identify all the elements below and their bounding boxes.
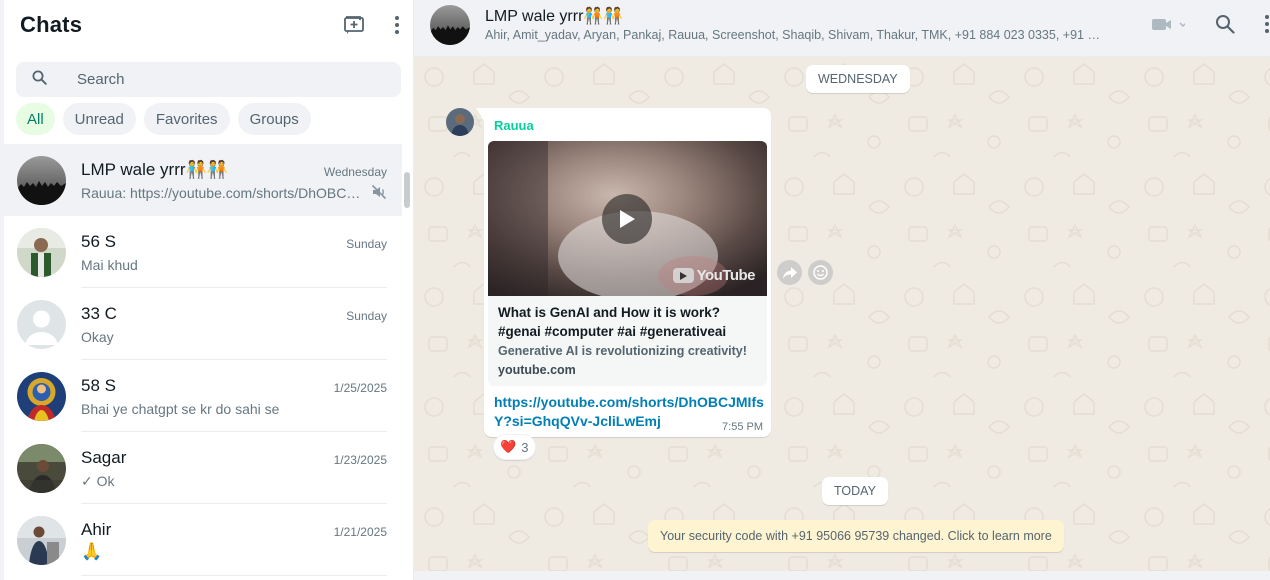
youtube-play-icon: [672, 268, 694, 283]
conversation-title: LMP wale yrrr🧑‍🤝‍🧑🧑‍🤝‍🧑: [485, 8, 624, 25]
chat-preview: Okay: [81, 329, 114, 345]
chat-body: Sagar 1/23/2025 ✓ Ok: [81, 432, 387, 504]
sender-avatar[interactable]: [446, 108, 474, 136]
chat-item-56-s[interactable]: 56 S Sunday Mai khud: [4, 216, 402, 288]
chat-preview: Mai khud: [81, 257, 138, 273]
filter-all[interactable]: All: [16, 103, 55, 135]
conversation-header[interactable]: LMP wale yrrr🧑‍🤝‍🧑🧑‍🤝‍🧑 Ahir, Amit_yadav…: [414, 0, 1270, 57]
date-separator-wednesday: WEDNESDAY: [806, 65, 910, 93]
chat-time: 1/23/2025: [333, 453, 387, 467]
group-members: Ahir, Amit_yadav, Aryan, Pankaj, Rauua, …: [485, 28, 1100, 42]
filter-groups[interactable]: Groups: [237, 103, 311, 135]
emoji-react-icon[interactable]: [808, 260, 833, 285]
chat-name: LMP wale yrrr🧑‍🤝‍🧑🧑‍🤝‍🧑: [81, 160, 228, 179]
chat-preview: Rauua: https://youtube.com/shorts/DhOBCJ…: [81, 185, 366, 201]
chat-name: 33 C: [81, 304, 117, 323]
chat-name: 56 S: [81, 232, 116, 251]
video-call-icon[interactable]: [1151, 16, 1185, 32]
chat-item-ahir[interactable]: Ahir 1/21/2025 🙏: [4, 504, 402, 576]
chat-item-sagar[interactable]: Sagar 1/23/2025 ✓ Ok: [4, 432, 402, 504]
chat-time: 1/21/2025: [333, 525, 387, 539]
message-hover-actions: [777, 260, 833, 285]
play-button[interactable]: [602, 194, 652, 244]
default-avatar: [17, 299, 66, 349]
chat-body: 56 S Sunday Mai khud: [81, 216, 387, 288]
youtube-logo: YouTube: [672, 267, 756, 284]
video-thumbnail[interactable]: YouTube: [488, 141, 767, 296]
whatsapp-app: Chats All Unread Favorites Groups: [0, 0, 1270, 580]
contact-avatar: [17, 515, 66, 565]
message-sender[interactable]: Rauua: [494, 118, 534, 133]
preview-description: Generative AI is revolutionizing creativ…: [498, 344, 747, 358]
chat-item-33-c[interactable]: 33 C Sunday Okay: [4, 288, 402, 360]
chat-body: Ahir 1/21/2025 🙏: [81, 504, 387, 576]
sidebar-actions: [343, 15, 399, 35]
chat-body: 58 S 1/25/2025 Bhai ye chatgpt se kr do …: [81, 360, 387, 432]
filter-unread[interactable]: Unread: [62, 103, 136, 135]
conversation-panel: LMP wale yrrr🧑‍🤝‍🧑🧑‍🤝‍🧑 Ahir, Amit_yadav…: [414, 0, 1270, 580]
forward-icon[interactable]: [777, 260, 802, 285]
chat-preview: 🙏: [81, 542, 103, 561]
sidebar-header: Chats: [20, 0, 399, 50]
message-time: 7:55 PM: [722, 421, 763, 433]
chat-list-scrollbar[interactable]: [404, 172, 410, 208]
chat-body: LMP wale yrrr🧑‍🤝‍🧑🧑‍🤝‍🧑 Wednesday Rauua:…: [81, 144, 387, 216]
chat-time: Sunday: [346, 309, 387, 323]
group-avatar[interactable]: [430, 5, 470, 45]
sidebar: Chats All Unread Favorites Groups: [0, 0, 414, 580]
menu-icon[interactable]: [395, 16, 399, 34]
reaction-count: 3: [521, 439, 529, 455]
chat-time: Sunday: [346, 237, 387, 251]
youtube-label: YouTube: [696, 267, 756, 284]
chat-name: Sagar: [81, 448, 127, 467]
new-chat-icon[interactable]: [343, 15, 365, 35]
search-icon[interactable]: [1215, 14, 1235, 34]
chat-filters: All Unread Favorites Groups: [16, 103, 311, 135]
chat-name: Ahir: [81, 520, 112, 539]
preview-domain: youtube.com: [498, 363, 576, 377]
reaction-emoji: ❤️: [500, 439, 517, 454]
security-notice[interactable]: Your security code with +91 95066 95739 …: [648, 520, 1064, 552]
chat-time: 1/25/2025: [333, 381, 387, 395]
muted-icon: [371, 184, 387, 205]
contact-avatar: [17, 443, 66, 493]
contact-avatar: [17, 371, 66, 421]
link-preview-card[interactable]: YouTube What is GenAI and How it is work…: [488, 141, 767, 386]
conversation-actions: [1151, 14, 1270, 34]
chat-item-lmp-wale-yrrr[interactable]: LMP wale yrrr🧑‍🤝‍🧑🧑‍🤝‍🧑 Wednesday Rauua:…: [4, 144, 402, 216]
chat-list: LMP wale yrrr🧑‍🤝‍🧑🧑‍🤝‍🧑 Wednesday Rauua:…: [4, 144, 402, 576]
search-icon: [32, 70, 47, 90]
group-avatar: [17, 155, 66, 205]
preview-title: What is GenAI and How it is work? #genai…: [498, 305, 727, 339]
filter-favorites[interactable]: Favorites: [143, 103, 230, 135]
chat-preview: Bhai ye chatgpt se kr do sahi se: [81, 401, 280, 417]
message-reaction[interactable]: ❤️ 3: [493, 434, 537, 460]
message-bubble[interactable]: Rauua YouTube What is GenAI and How it i…: [476, 108, 771, 437]
chat-time: Wednesday: [323, 165, 387, 179]
search-bar: [16, 62, 401, 97]
contact-avatar: [17, 227, 66, 277]
sidebar-title: Chats: [20, 12, 83, 37]
chat-preview: ✓ Ok: [81, 473, 115, 489]
search-input[interactable]: [77, 71, 357, 88]
chat-body: 33 C Sunday Okay: [81, 288, 387, 360]
date-separator-today: TODAY: [822, 477, 888, 505]
composer-edge: [414, 571, 1270, 580]
menu-icon[interactable]: [1265, 15, 1269, 33]
chat-item-58-s[interactable]: 58 S 1/25/2025 Bhai ye chatgpt se kr do …: [4, 360, 402, 432]
chat-name: 58 S: [81, 376, 116, 395]
